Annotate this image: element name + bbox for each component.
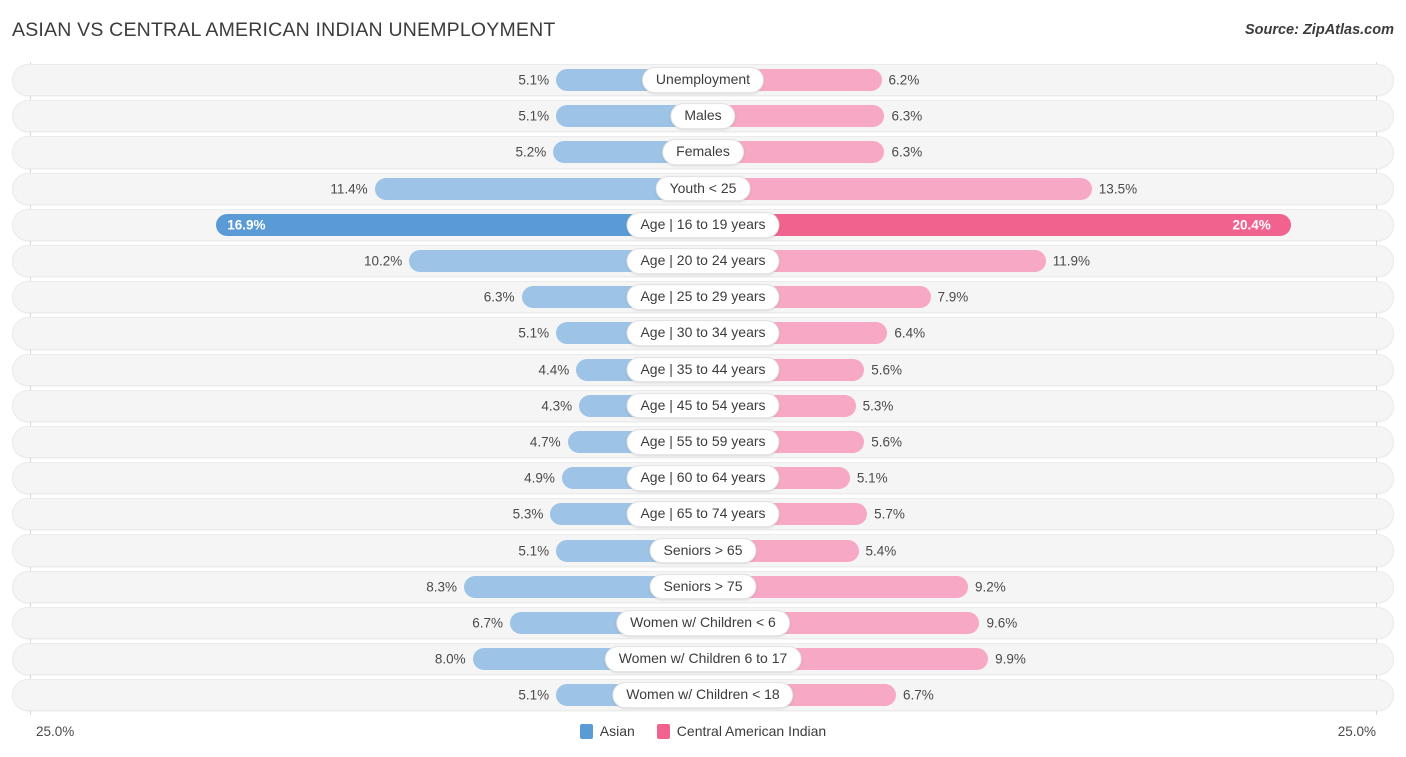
legend-label: Asian [599,723,635,739]
category-label: Age | 20 to 24 years [626,248,780,274]
category-label: Males [670,103,736,130]
value-label-right: 9.2% [974,578,1006,594]
category-label: Age | 45 to 54 years [626,392,780,419]
category-label: Women w/ Children 6 to 17 [604,646,802,672]
value-label-left: 8.0% [434,651,466,667]
chart-row: 4.9% 5.1% Age | 60 to 64 years [0,460,1406,496]
value-label-right: 5.7% [874,506,905,522]
category-label: Age | 55 to 59 years [626,429,780,455]
value-label-left: 5.1% [518,325,550,341]
chart-row: 16.9% 20.4% Age | 16 to 19 years [0,207,1406,243]
legend-item[interactable]: Asian [579,723,635,739]
value-label-right: 5.6% [871,361,903,377]
value-label-left: 8.3% [426,578,457,594]
value-label-left: 4.7% [529,434,561,450]
bar-left-asian [374,177,703,200]
category-label: Seniors > 65 [649,537,757,564]
category-label: Females [662,139,744,166]
category-label: Youth < 25 [655,175,751,202]
legend-label: Central American Indian [676,723,827,739]
value-label-left: 5.1% [518,72,550,88]
value-label-right: 6.4% [894,325,926,341]
value-label-left: 4.4% [538,361,570,377]
chart-row: 5.2% 6.3% Females [0,134,1406,170]
bar-right-central-american-indian [703,213,1291,236]
chart-header: ASIAN VS CENTRAL AMERICAN INDIAN UNEMPLO… [0,0,1406,62]
value-label-right: 5.1% [856,470,888,486]
value-label-right: 6.3% [891,108,923,124]
value-label-left: 6.7% [472,615,504,631]
category-label: Age | 16 to 19 years [626,212,780,238]
category-label: Age | 65 to 74 years [626,501,780,528]
value-label-right: 5.3% [862,398,894,414]
value-label-left: 5.2% [515,144,547,160]
value-label-left: 5.1% [518,687,550,703]
value-label-right: 6.7% [902,687,934,703]
value-label-right: 6.2% [888,72,920,88]
value-label-right: 5.6% [871,434,903,450]
value-label-left: 5.1% [518,108,550,124]
category-label: Women w/ Children < 6 [616,610,790,636]
value-label-left: 6.3% [483,289,515,305]
bar-right-central-american-indian [703,177,1092,200]
chart-row: 6.3% 7.9% Age | 25 to 29 years [0,279,1406,315]
source-label: Source: ZipAtlas.com [1244,22,1394,38]
value-label-left: 4.9% [524,470,555,486]
value-label-right: 9.9% [995,651,1026,667]
value-label-left: 11.4% [330,180,368,196]
value-label-right: 13.5% [1098,180,1138,196]
chart-row: 4.7% 5.6% Age | 55 to 59 years [0,424,1406,460]
chart-row: 5.3% 5.7% Age | 65 to 74 years [0,496,1406,532]
chart-row: 10.2% 11.9% Age | 20 to 24 years [0,243,1406,279]
value-label-right: 9.6% [986,615,1018,631]
legend-item[interactable]: Central American Indian [656,723,827,739]
chart-row: 5.1% 6.4% Age | 30 to 34 years [0,315,1406,351]
category-label: Age | 25 to 29 years [626,284,780,311]
chart-row: 5.1% 6.7% Women w/ Children < 18 [0,677,1406,713]
axis-label-right: 25.0% [1337,724,1376,739]
chart-row: 8.0% 9.9% Women w/ Children 6 to 17 [0,641,1406,677]
chart-row: 6.7% 9.6% Women w/ Children < 6 [0,605,1406,641]
chart-row: 5.1% 6.3% Males [0,98,1406,134]
value-label-right: 7.9% [937,289,969,305]
chart-row: 8.3% 9.2% Seniors > 75 [0,569,1406,605]
category-label: Unemployment [641,67,765,93]
chart-legend: Asian Central American Indian [0,723,1406,739]
legend-swatch-icon [579,723,593,739]
category-label: Seniors > 75 [649,573,757,600]
value-label-left: 16.9% [227,217,266,233]
category-label: Women w/ Children < 18 [612,682,794,709]
category-label: Age | 30 to 34 years [626,320,780,347]
chart-row: 11.4% 13.5% Youth < 25 [0,171,1406,207]
axis-label-left: 25.0% [36,724,75,739]
value-label-right: 20.4% [1232,217,1271,233]
category-label: Age | 35 to 44 years [626,356,780,383]
plot-area: 5.1% 6.2% Unemployment 5.1% 6.3% Males 5.2% 6.3… [0,62,1406,715]
chart-row: 5.1% 5.4% Seniors > 65 [0,532,1406,568]
chart-row: 4.3% 5.3% Age | 45 to 54 years [0,388,1406,424]
value-label-left: 5.1% [518,542,550,558]
bar-rows: 5.1% 6.2% Unemployment 5.1% 6.3% Males 5.2% 6.3… [0,62,1406,713]
value-label-right: 6.3% [891,144,923,160]
chart-footer: 25.0% 25.0% Asian Central American Indian [0,715,1406,757]
value-label-left: 4.3% [541,398,573,414]
page-title: ASIAN VS CENTRAL AMERICAN INDIAN UNEMPLO… [12,19,556,41]
category-label: Age | 60 to 64 years [626,465,780,491]
value-label-right: 11.9% [1052,253,1090,269]
legend-swatch-icon [656,723,670,739]
value-label-right: 5.4% [865,542,897,558]
chart-container: ASIAN VS CENTRAL AMERICAN INDIAN UNEMPLO… [0,0,1406,757]
value-label-left: 5.3% [512,506,544,522]
value-label-left: 10.2% [363,253,403,269]
chart-row: 5.1% 6.2% Unemployment [0,62,1406,98]
chart-row: 4.4% 5.6% Age | 35 to 44 years [0,352,1406,388]
